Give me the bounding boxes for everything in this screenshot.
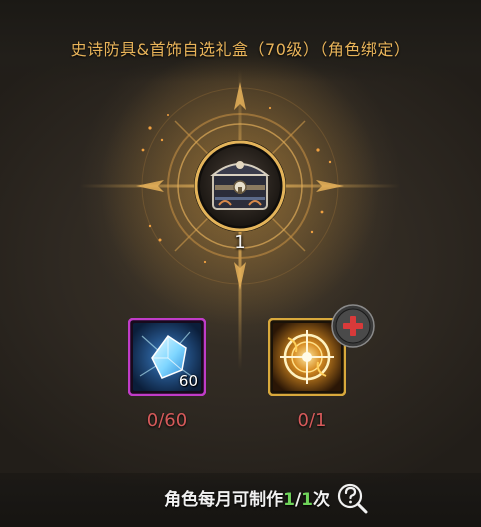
material-slot-crystal[interactable]: 60 bbox=[127, 317, 207, 397]
material-quantity-badge: 60 bbox=[178, 372, 198, 390]
limit-prefix: 角色每月可制作 bbox=[164, 490, 284, 510]
monthly-craft-limit: 角色每月可制作1/1次 bbox=[100, 485, 330, 510]
limit-max: 1 bbox=[301, 490, 313, 510]
add-material-button[interactable] bbox=[331, 304, 375, 348]
limit-suffix: 次 bbox=[313, 490, 330, 510]
treasure-chest-icon bbox=[194, 140, 286, 232]
material-progress-crystal: 0/60 bbox=[146, 410, 188, 431]
limit-current: 1 bbox=[283, 490, 295, 510]
material-progress-sigil: 0/1 bbox=[297, 410, 327, 431]
question-magnifier-icon bbox=[337, 483, 368, 514]
plus-icon bbox=[331, 304, 375, 348]
help-button[interactable] bbox=[335, 481, 371, 517]
crafting-panel: 史诗防具&首饰自选礼盒（70级）（角色绑定） bbox=[0, 0, 481, 527]
reward-item-slot[interactable] bbox=[193, 139, 287, 233]
reward-count: 1 bbox=[234, 232, 246, 253]
